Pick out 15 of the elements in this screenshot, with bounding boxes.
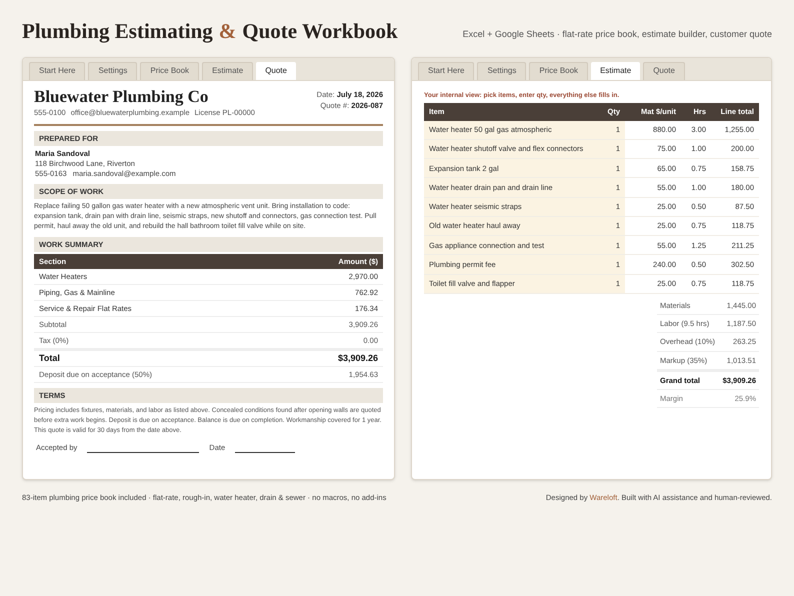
sheet-tab[interactable]: Estimate [591,62,640,80]
sheet-tab[interactable]: Price Book [140,62,200,80]
sheet-tab[interactable]: Start Here [29,62,86,80]
company-name: Bluewater Plumbing Co [34,86,210,106]
sheet-tab[interactable]: Quote [643,62,685,80]
sheet-tab[interactable]: Quote [256,62,296,80]
page-title: Plumbing Estimating & Quote Workbook [22,18,398,45]
page-subtitle: Excel + Google Sheets · flat-rate price book, estimate builder, customer quote [462,28,772,41]
sheet-tab[interactable]: Settings [88,62,138,80]
sheet-tab[interactable]: Start Here [418,62,474,80]
summary-amount: $3,909.26 [338,352,378,364]
sheet-tab[interactable]: Estimate [202,62,254,80]
sheet-tab[interactable]: Settings [477,62,526,80]
summary-label: Total [39,352,60,364]
sheet-tab[interactable]: Price Book [529,62,588,80]
